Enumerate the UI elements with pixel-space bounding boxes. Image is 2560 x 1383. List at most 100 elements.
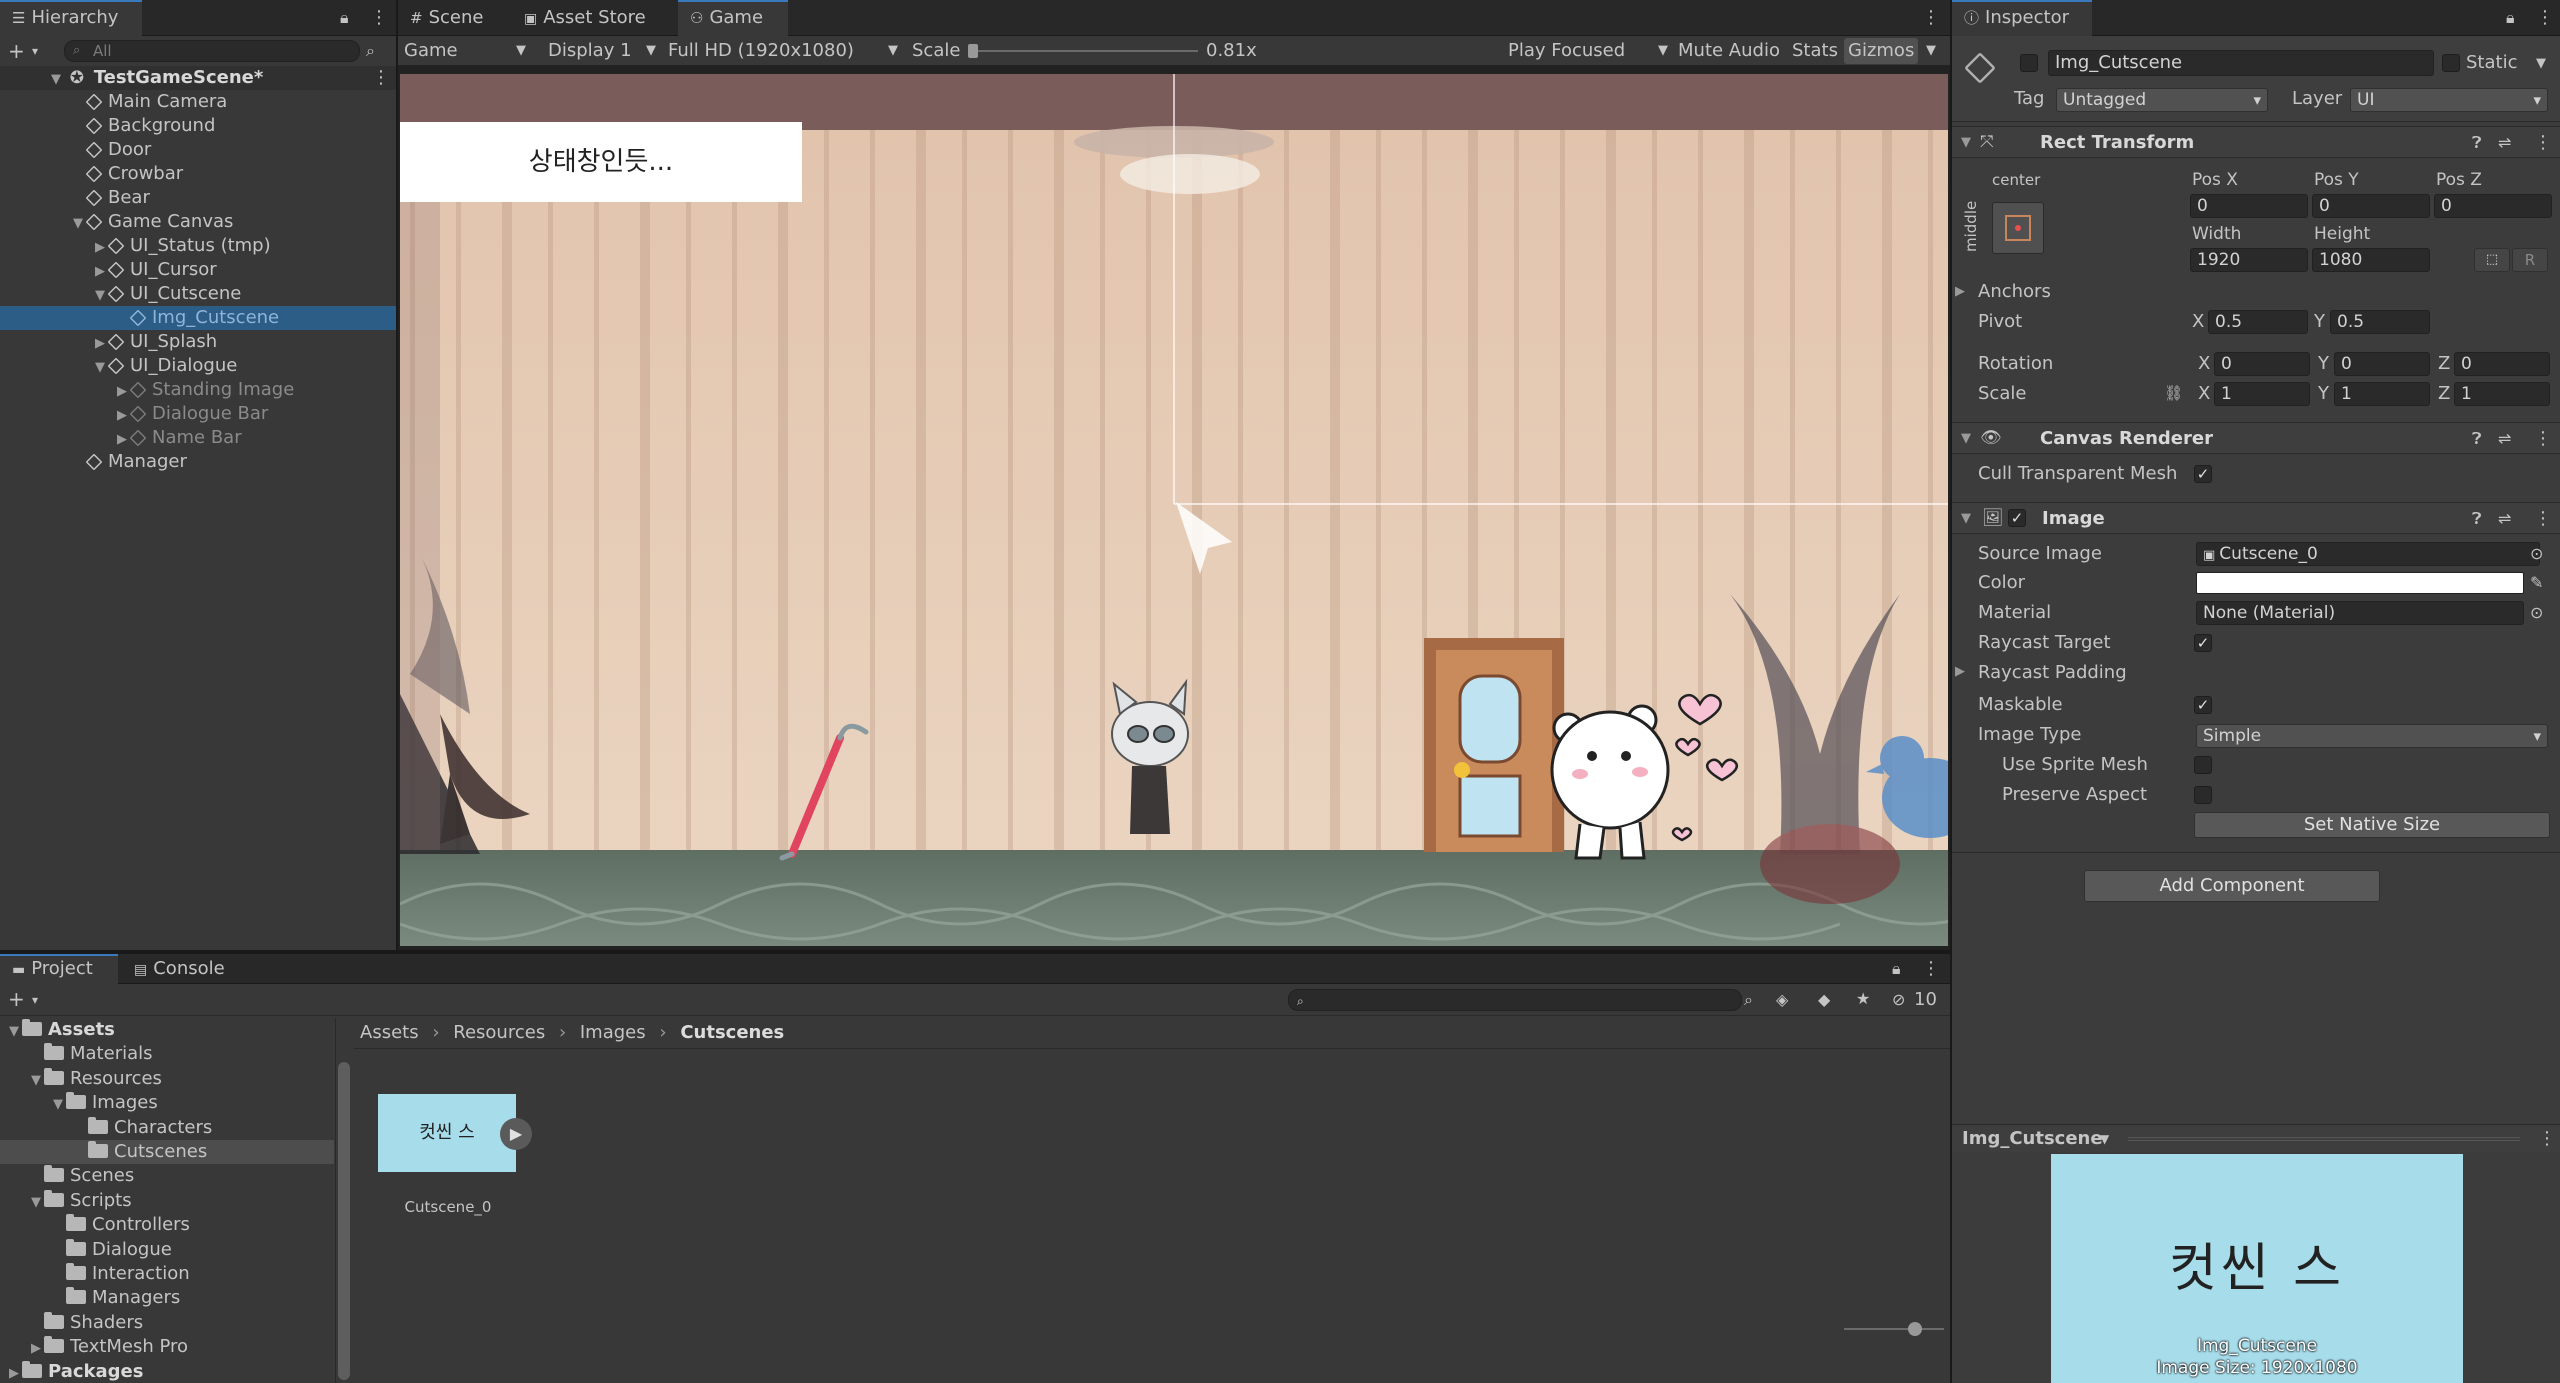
star-icon[interactable]: ★: [1856, 991, 1870, 1007]
collapse-arrow-icon[interactable]: ▶: [92, 260, 108, 284]
tab-asset-store[interactable]: ▣ Asset Store: [512, 0, 674, 36]
kebab-menu-icon[interactable]: ⋮: [2538, 1130, 2556, 1148]
rotation-z-field[interactable]: 0: [2454, 352, 2550, 376]
pivot-y-field[interactable]: 0.5: [2330, 310, 2430, 334]
preset-icon[interactable]: ⇌: [2498, 135, 2511, 151]
asset-cutscene-0[interactable]: 컷씬 스 ▶ Cutscene_0: [378, 1088, 532, 1228]
chevron-down-icon[interactable]: ▼: [2100, 1133, 2109, 1145]
pos-y-field[interactable]: 0: [2312, 194, 2430, 218]
chevron-down-icon[interactable]: ▼: [2536, 57, 2546, 70]
project-tree-item[interactable]: ▼ Resources: [0, 1067, 334, 1091]
expand-arrow-icon[interactable]: ▼: [28, 1191, 44, 1215]
project-tree-item[interactable]: Dialogue: [0, 1238, 334, 1262]
expand-arrow-icon[interactable]: ▶: [1952, 284, 1968, 299]
zoom-slider-handle[interactable]: [1908, 1322, 1922, 1336]
hierarchy-item[interactable]: ▶ UI_Status (tmp): [0, 234, 396, 258]
resolution-dropdown[interactable]: Full HD (1920x1080) ▼: [668, 39, 898, 63]
panel-divider-horizontal[interactable]: [0, 950, 1950, 954]
add-component-button[interactable]: Add Component: [2084, 870, 2380, 902]
help-icon[interactable]: ❓︎: [2472, 135, 2482, 151]
search-by-type-icon[interactable]: ⌕: [1744, 992, 1753, 1008]
hierarchy-item[interactable]: ▶ UI_Splash: [0, 330, 396, 354]
filter-type-icon[interactable]: ◈: [1776, 992, 1788, 1008]
scale-x-field[interactable]: 1: [2214, 382, 2310, 406]
pivot-x-field[interactable]: 0.5: [2208, 310, 2308, 334]
help-icon[interactable]: ❓︎: [2472, 511, 2482, 527]
project-tree-item[interactable]: ▼ Images: [0, 1091, 334, 1115]
game-viewport[interactable]: 상태창인듯...: [400, 74, 1948, 946]
image-enabled-checkbox[interactable]: ✓: [2008, 509, 2026, 527]
lock-icon[interactable]: 🔒︎: [2506, 10, 2515, 26]
chevron-down-icon[interactable]: ▾: [32, 45, 38, 57]
kebab-menu-icon[interactable]: ⋮: [1922, 9, 1940, 27]
project-tree-item[interactable]: ▶ Packages: [0, 1360, 334, 1383]
tab-inspector[interactable]: ⓘ Inspector: [1952, 0, 2092, 36]
object-picker-icon[interactable]: ⊙: [2530, 605, 2543, 621]
canvas-renderer-header[interactable]: ▼ 👁︎ Canvas Renderer ❓︎ ⇌ ⋮: [1952, 422, 2560, 454]
collapse-arrow-icon[interactable]: ▶: [6, 1362, 22, 1383]
collapse-arrow-icon[interactable]: ▶: [114, 428, 130, 452]
kebab-menu-icon[interactable]: ⋮: [2534, 510, 2552, 528]
project-tree-item[interactable]: Managers: [0, 1286, 334, 1310]
expand-arrow-icon[interactable]: ▶: [1952, 664, 1968, 679]
active-checkbox[interactable]: [2020, 54, 2038, 72]
search-filter-icon[interactable]: ⌕: [366, 43, 375, 59]
hierarchy-search-input[interactable]: ⌕ All: [64, 40, 360, 62]
layer-dropdown[interactable]: UI: [2350, 88, 2548, 112]
material-field[interactable]: None (Material): [2196, 601, 2524, 625]
rotation-x-field[interactable]: 0: [2214, 352, 2310, 376]
collapse-arrow-icon[interactable]: ▶: [92, 236, 108, 260]
project-tree-item[interactable]: Scenes: [0, 1164, 334, 1188]
anchor-preset-button[interactable]: [1992, 202, 2044, 254]
kebab-menu-icon[interactable]: ⋮: [2534, 134, 2552, 152]
anchors-label[interactable]: Anchors: [1978, 280, 2051, 304]
pos-z-field[interactable]: 0: [2434, 194, 2552, 218]
kebab-menu-icon[interactable]: ⋮: [2536, 9, 2554, 27]
lock-icon[interactable]: 🔒︎: [340, 10, 349, 26]
collapse-arrow-icon[interactable]: ▶: [114, 380, 130, 404]
gizmos-toggle[interactable]: Gizmos: [1844, 38, 1918, 64]
blueprint-mode-button[interactable]: ⬚: [2474, 248, 2510, 272]
collapse-arrow-icon[interactable]: ▶: [92, 332, 108, 356]
color-swatch[interactable]: [2196, 572, 2524, 594]
hierarchy-item[interactable]: ▼ Game Canvas: [0, 210, 396, 234]
add-icon[interactable]: +: [8, 41, 25, 61]
panel-divider-vertical[interactable]: [396, 0, 398, 952]
lock-icon[interactable]: 🔒︎: [1892, 961, 1901, 977]
preset-icon[interactable]: ⇌: [2498, 431, 2511, 447]
kebab-menu-icon[interactable]: ⋮: [2534, 430, 2552, 448]
raw-edit-button[interactable]: R: [2512, 248, 2548, 272]
mute-audio-toggle[interactable]: Mute Audio: [1678, 39, 1780, 63]
project-tree-item[interactable]: ▼ Assets: [0, 1018, 334, 1042]
hierarchy-item[interactable]: Manager: [0, 450, 396, 474]
kebab-menu-icon[interactable]: ⋮: [1922, 960, 1940, 978]
tag-dropdown[interactable]: Untagged: [2056, 88, 2268, 112]
tab-project[interactable]: ▬ Project: [0, 954, 118, 984]
expand-arrow-icon[interactable]: ▼: [50, 1093, 66, 1117]
use-sprite-mesh-checkbox[interactable]: [2194, 756, 2212, 774]
kebab-menu-icon[interactable]: ⋮: [370, 9, 388, 27]
add-icon[interactable]: +: [8, 989, 25, 1009]
pos-x-field[interactable]: 0: [2190, 194, 2308, 218]
object-name-field[interactable]: Img_Cutscene: [2048, 50, 2434, 76]
image-header[interactable]: ▼ 🖼︎ ✓ Image ❓︎ ⇌ ⋮: [1952, 502, 2560, 534]
scale-slider-handle[interactable]: [968, 44, 978, 58]
label-icon[interactable]: ◆: [1818, 992, 1830, 1008]
preview-title[interactable]: Img_Cutscene: [1962, 1127, 2103, 1151]
project-tree-item[interactable]: ▶ TextMesh Pro: [0, 1335, 334, 1359]
zoom-slider[interactable]: [1844, 1322, 1944, 1336]
tab-hierarchy[interactable]: ☰ Hierarchy: [0, 0, 142, 36]
set-native-size-button[interactable]: Set Native Size: [2194, 812, 2550, 838]
preset-icon[interactable]: ⇌: [2498, 511, 2511, 527]
collapse-arrow-icon[interactable]: ▶: [28, 1337, 44, 1361]
maskable-checkbox[interactable]: ✓: [2194, 696, 2212, 714]
image-type-dropdown[interactable]: Simple: [2196, 724, 2548, 748]
expand-arrow-icon[interactable]: ▼: [1958, 135, 1974, 150]
hierarchy-item[interactable]: ▶ Dialogue Bar: [0, 402, 396, 426]
breadcrumb-item[interactable]: Images: [580, 1022, 646, 1043]
play-icon[interactable]: ▶: [500, 1118, 532, 1150]
hierarchy-item[interactable]: ▶ Standing Image: [0, 378, 396, 402]
project-tree-item[interactable]: Cutscenes: [0, 1140, 334, 1164]
scale-z-field[interactable]: 1: [2454, 382, 2550, 406]
hierarchy-item[interactable]: ▶ Name Bar: [0, 426, 396, 450]
